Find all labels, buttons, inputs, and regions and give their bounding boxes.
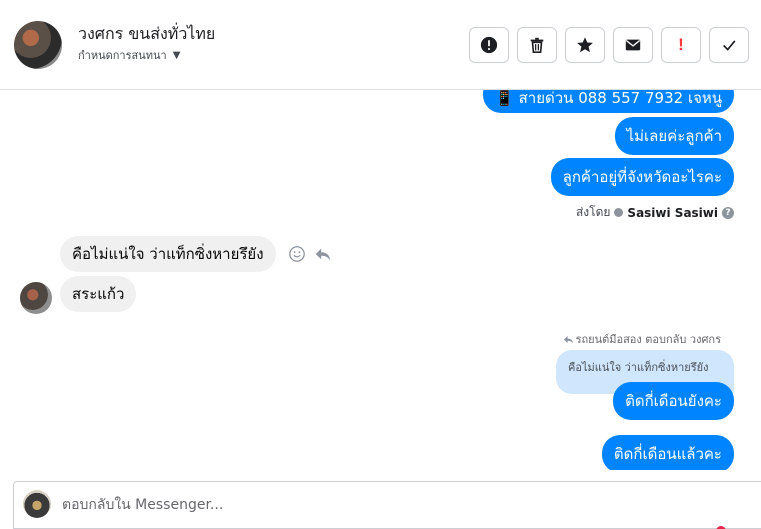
reply-composer [13,481,761,529]
mark-unread-button[interactable] [613,27,653,63]
smiley-reaction-icon[interactable] [288,245,306,263]
page-avatar [23,490,51,518]
message-thread[interactable]: 📱 สายด่วน 088 557 7932 เจหนู ไม่เลยค่ะลู… [0,90,761,470]
sender-name: Sasiwi Sasiwi [627,205,718,220]
reply-context: รถยนต์มือสอง ตอบกลับ วงศกร [563,330,721,348]
message-bubble-incoming[interactable]: สระแก้ว [60,276,137,312]
caret-down-icon: ▼ [172,49,181,61]
contact-avatar[interactable] [14,21,62,69]
help-icon[interactable]: ? [722,206,734,219]
spam-alert-button[interactable] [469,27,509,63]
sent-by-label: ส่งโดย Sasiwi Sasiwi ? [576,203,734,222]
message-bubble-incoming[interactable]: คือไม่แน่ใจ ว่าแท็กซิ่งหายรึยัง [60,236,276,272]
trash-icon [530,37,544,54]
conversation-header: วงศกร ขนส่งทั่วไทย กำหนดการสนทนา ▼ ! [0,0,761,90]
assign-conversation-dropdown[interactable]: กำหนดการสนทนา ▼ [78,46,180,64]
contact-avatar-small[interactable] [20,282,52,314]
message-bubble-outgoing[interactable]: ไม่เลยค่ะลูกค้า [614,117,734,155]
follow-up-button[interactable]: ! [661,27,701,63]
reply-arrow-icon[interactable] [314,245,332,263]
message-bubble-outgoing[interactable]: 📱 สายด่วน 088 557 7932 เจหนู [483,90,734,113]
contact-name[interactable]: วงศกร ขนส่งทั่วไทย [78,22,215,47]
message-bubble-outgoing[interactable]: ติดกี่เดือนยังคะ [613,382,734,420]
delete-button[interactable] [517,27,557,63]
assign-label: กำหนดการสนทนา [78,49,167,62]
exclamation-circle-icon [480,36,498,54]
red-exclamation-icon: ! [678,35,684,54]
reply-input[interactable] [62,494,662,516]
checkmark-icon [723,40,736,51]
message-bubble-outgoing[interactable]: ติดกี่เดือนแล้วคะ [601,435,734,470]
star-icon [577,37,593,53]
message-bubble-outgoing[interactable]: ลูกค้าอยู่ที่จังหวัดอะไรคะ [550,158,734,196]
mark-done-button[interactable] [709,27,749,63]
reply-small-icon [563,335,573,343]
sender-avatar-icon [614,208,624,217]
conversation-toolbar: ! [469,27,749,63]
reply-context-text: รถยนต์มือสอง ตอบกลับ วงศกร [575,333,721,346]
star-button[interactable] [565,27,605,63]
envelope-icon [625,39,641,51]
sent-by-prefix: ส่งโดย [575,205,611,219]
message-actions [288,245,332,263]
